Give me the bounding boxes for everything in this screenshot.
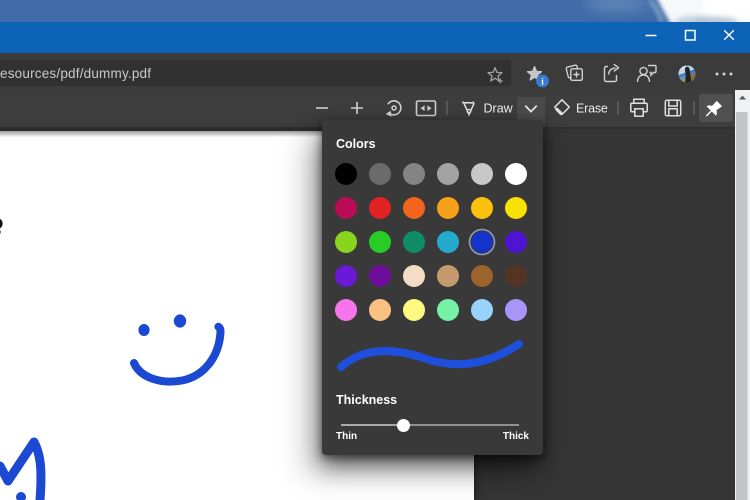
svg-text:Draw: Draw — [484, 101, 514, 115]
svg-text:Erase: Erase — [576, 101, 608, 115]
